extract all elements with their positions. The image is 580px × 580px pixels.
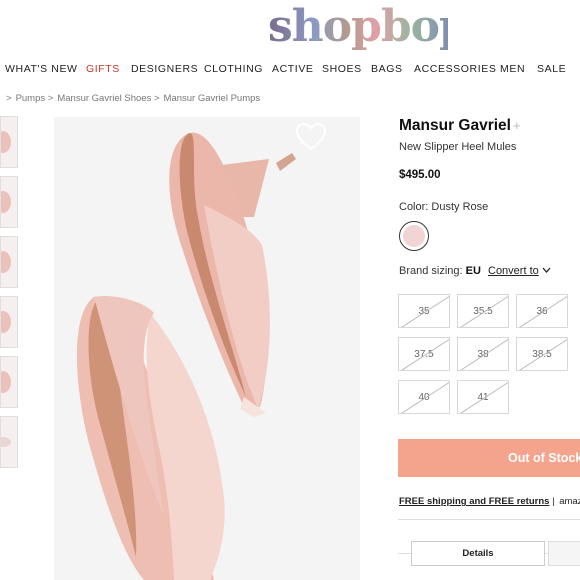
nav-item-designers[interactable]: DESIGNERS bbox=[131, 63, 198, 75]
sizing-value: EU bbox=[465, 265, 481, 277]
free-shipping-link[interactable]: FREE shipping and FREE returns bbox=[399, 496, 549, 507]
shipping-separator: | bbox=[552, 496, 555, 507]
brand-heading[interactable]: Mansur Gavriel + bbox=[399, 117, 580, 135]
nav-item-clothing[interactable]: CLOTHING bbox=[204, 63, 263, 75]
nav-item-accessories[interactable]: ACCESSORIES bbox=[414, 63, 496, 75]
size-option-38[interactable]: 38 bbox=[457, 337, 509, 371]
nav-item-bags[interactable]: BAGS bbox=[371, 63, 403, 75]
brand-name[interactable]: Mansur Gavriel bbox=[399, 117, 511, 134]
breadcrumb-mansur-gavriel-shoes[interactable]: Mansur Gavriel Shoes bbox=[57, 93, 151, 104]
nav-item-whats-new[interactable]: WHAT'S NEW bbox=[5, 63, 78, 75]
sizing-label: Brand sizing: bbox=[399, 265, 463, 277]
thumbnail[interactable] bbox=[0, 176, 18, 228]
main-nav: WHAT'S NEW GIFTS DESIGNERS CLOTHING ACTI… bbox=[0, 63, 580, 77]
size-option-35[interactable]: 35 bbox=[398, 294, 450, 328]
product-info: Mansur Gavriel + New Slipper Heel Mules $… bbox=[399, 117, 580, 277]
tab-next[interactable] bbox=[548, 541, 580, 566]
product-photo-mules bbox=[76, 132, 296, 580]
chevron-down-icon bbox=[542, 267, 551, 273]
tab-details[interactable]: Details bbox=[411, 541, 545, 566]
thumbnail[interactable] bbox=[0, 416, 18, 468]
out-of-stock-button[interactable]: Out of Stock bbox=[398, 439, 580, 477]
nav-item-men[interactable]: MEN bbox=[500, 63, 525, 75]
breadcrumb-sep: > bbox=[6, 93, 12, 104]
amazon-logo: amazon bbox=[559, 496, 580, 507]
product-price: $495.00 bbox=[399, 169, 441, 181]
size-option-40[interactable]: 40 bbox=[398, 380, 450, 414]
size-option-38-5[interactable]: 38.5 bbox=[516, 337, 568, 371]
divider bbox=[398, 519, 580, 520]
shipping-info: FREE shipping and FREE returns | amazon bbox=[399, 496, 580, 507]
size-option-36[interactable]: 36 bbox=[516, 294, 568, 328]
size-option-41[interactable]: 41 bbox=[457, 380, 509, 414]
thumbnail[interactable] bbox=[0, 116, 18, 168]
breadcrumb-pumps[interactable]: Pumps bbox=[16, 93, 46, 104]
size-option-37-5[interactable]: 37.5 bbox=[398, 337, 450, 371]
thumbnail-strip bbox=[0, 116, 18, 476]
convert-to-dropdown[interactable]: Convert to bbox=[488, 265, 551, 277]
shopbop-logo[interactable]: shopbop bbox=[268, 2, 470, 52]
color-swatch-dusty-rose[interactable] bbox=[399, 221, 429, 251]
thumbnail[interactable] bbox=[0, 236, 18, 288]
wishlist-heart-icon[interactable] bbox=[296, 123, 326, 151]
size-option-35-5[interactable]: 35.5 bbox=[457, 294, 509, 328]
product-name: New Slipper Heel Mules bbox=[399, 141, 517, 153]
brand-sizing-row: Brand sizing: EU Convert to bbox=[399, 265, 580, 277]
breadcrumb: > Pumps > Mansur Gavriel Shoes > Mansur Gav… bbox=[6, 93, 260, 104]
nav-item-gifts[interactable]: GIFTS bbox=[86, 63, 120, 75]
breadcrumb-sep: > bbox=[153, 93, 160, 104]
nav-item-sale[interactable]: SALE bbox=[537, 63, 566, 75]
product-image[interactable] bbox=[54, 117, 360, 580]
color-label: Color: Dusty Rose bbox=[399, 201, 489, 213]
follow-brand-plus-icon[interactable]: + bbox=[513, 118, 521, 133]
nav-item-active[interactable]: ACTIVE bbox=[272, 63, 314, 75]
thumbnail[interactable] bbox=[0, 356, 18, 408]
breadcrumb-mansur-gavriel-pumps[interactable]: Mansur Gavriel Pumps bbox=[164, 93, 261, 104]
nav-item-shoes[interactable]: SHOES bbox=[322, 63, 362, 75]
breadcrumb-sep: > bbox=[47, 93, 54, 104]
convert-label[interactable]: Convert to bbox=[488, 265, 539, 277]
thumbnail[interactable] bbox=[0, 296, 18, 348]
